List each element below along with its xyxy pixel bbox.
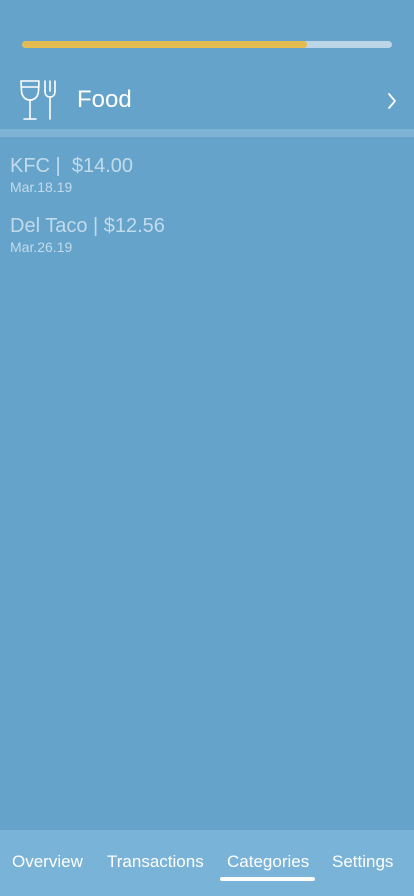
budget-progress-bar [22,41,392,48]
tab-overview[interactable]: Overview [12,852,83,872]
tab-categories[interactable]: Categories [227,852,309,872]
transaction-date: Mar.18.19 [10,179,73,195]
tab-transactions[interactable]: Transactions [107,852,204,872]
transaction-title: Del Taco | $12.56 [10,215,165,237]
category-name: Food [77,86,132,113]
tab-settings[interactable]: Settings [332,852,393,872]
transaction-item[interactable]: KFC | $14.00 Mar.18.19 [10,155,404,215]
category-row-food[interactable]: Food [0,72,414,128]
chevron-right-icon [386,91,398,111]
transaction-title: KFC | $14.00 [10,155,134,177]
budget-progress-fill [22,41,307,48]
wine-glass-fork-icon [18,78,62,124]
transaction-item[interactable]: Del Taco | $12.56 Mar.26.19 [10,215,404,275]
active-tab-indicator [220,877,315,881]
section-divider [0,129,414,137]
bottom-tab-bar: Overview Transactions Categories Setting… [0,830,414,896]
transaction-date: Mar.26.19 [10,239,73,255]
transaction-list: KFC | $14.00 Mar.18.19 Del Taco | $12.56… [10,155,404,275]
